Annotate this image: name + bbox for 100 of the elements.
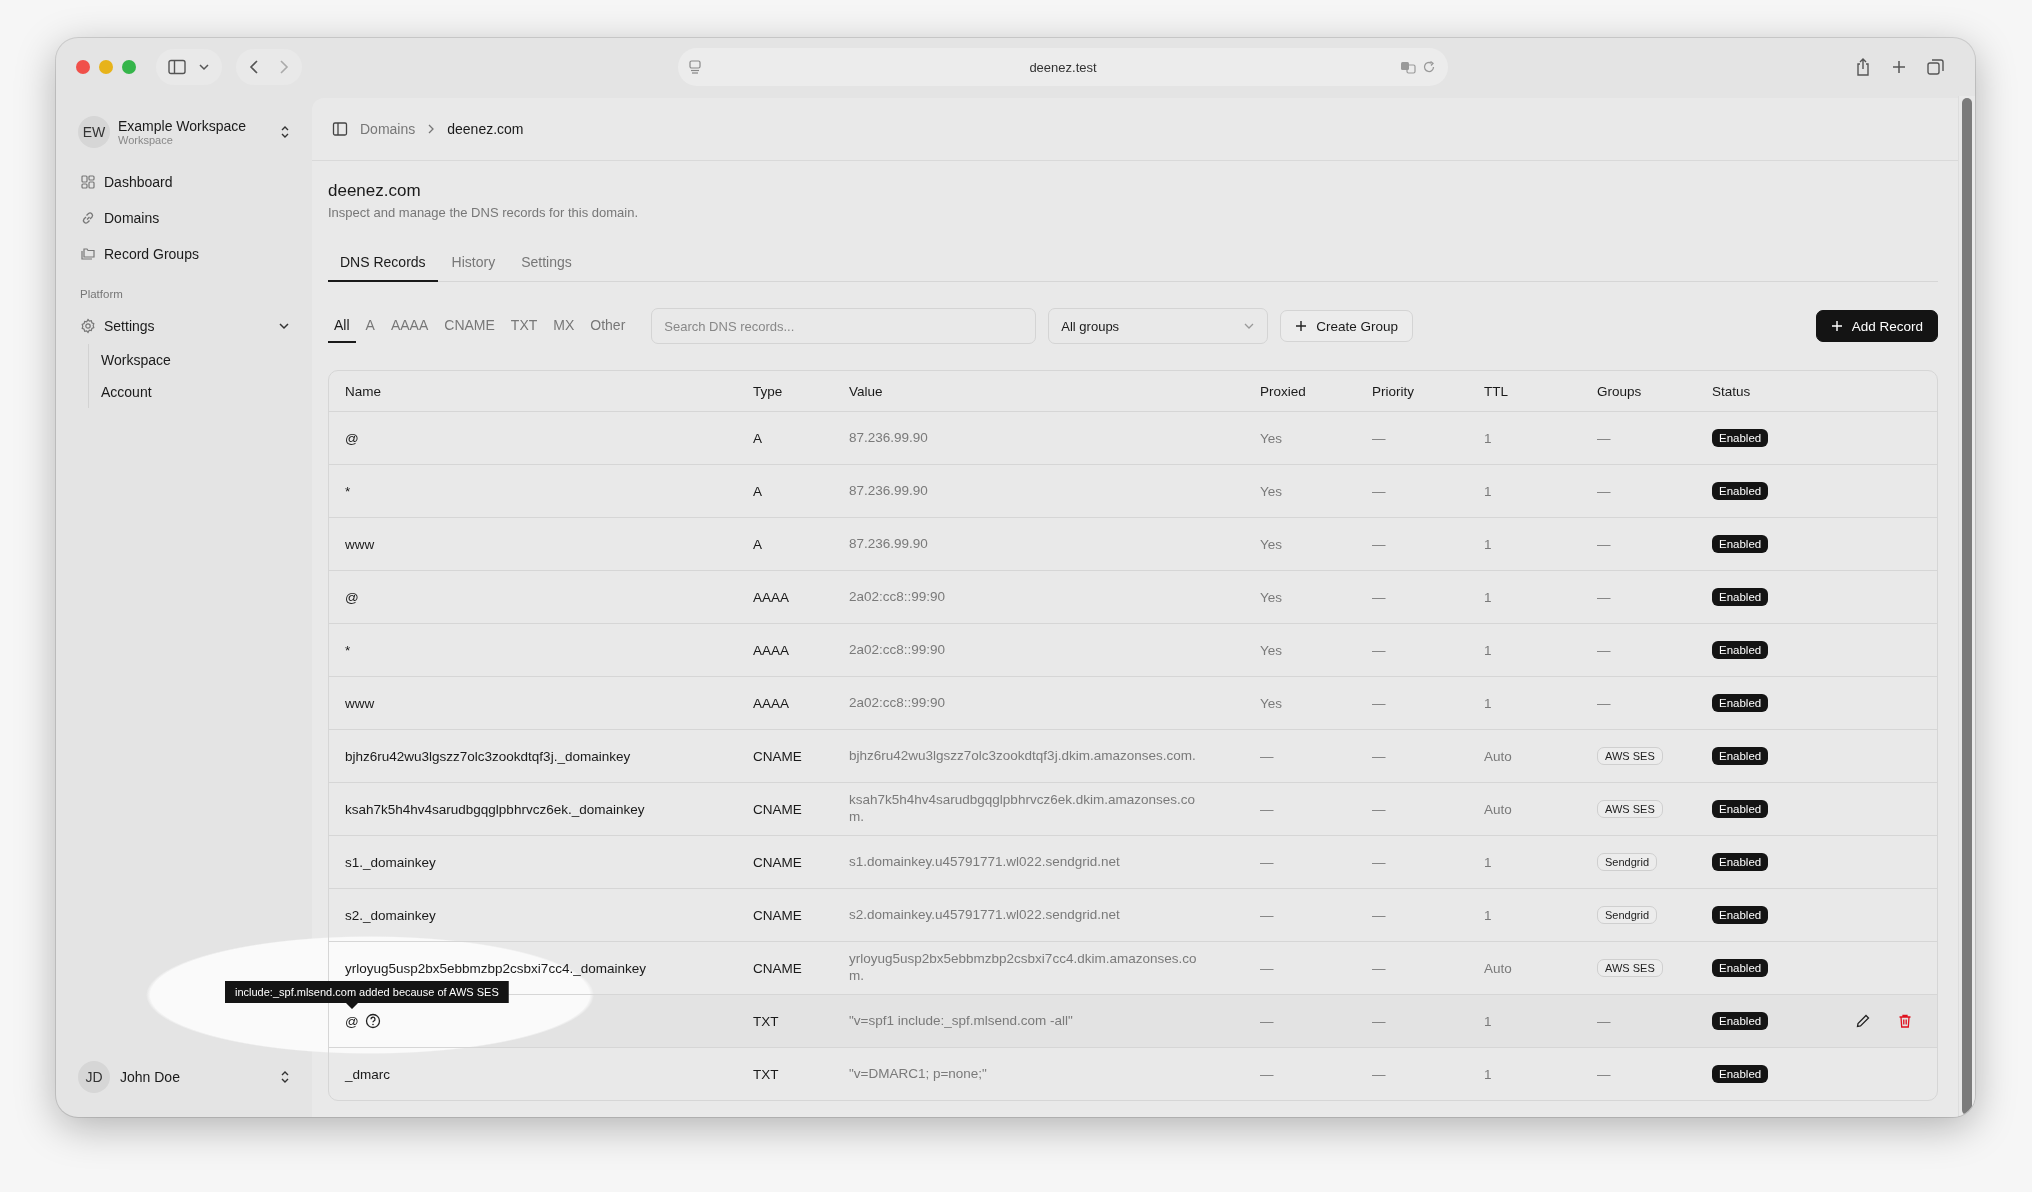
table-cell: — [1372, 430, 1386, 446]
updown-icon [280, 1069, 290, 1085]
table-cell: — [1372, 536, 1386, 552]
scrollbar-thumb[interactable] [1962, 98, 1972, 1115]
share-icon[interactable] [1855, 58, 1871, 76]
tab[interactable]: DNS Records [328, 246, 438, 282]
filter-tab[interactable]: A [359, 309, 381, 343]
sidebar-item[interactable]: Settings [78, 308, 290, 344]
sidebar-item[interactable]: Domains [78, 200, 290, 236]
table-cell: — [1597, 536, 1611, 552]
table-cell: TXT [753, 1066, 779, 1082]
new-tab-icon[interactable] [1891, 59, 1907, 75]
table-cell: — [1260, 960, 1274, 976]
link-icon [80, 210, 96, 226]
group-tag: AWS SES [1597, 800, 1663, 818]
sidebar-item[interactable]: Record Groups [78, 236, 290, 272]
group-dropdown[interactable]: All groups [1048, 308, 1269, 344]
table-cell: CNAME [753, 801, 802, 817]
table-cell: 1 [1484, 536, 1492, 552]
status-badge: Enabled [1712, 429, 1769, 447]
table-cell: www [345, 536, 375, 552]
table-cell: — [1372, 748, 1386, 764]
column-header: Name [345, 383, 382, 399]
chevron-down-icon [1243, 322, 1256, 330]
create-group-button[interactable]: Create Group [1280, 310, 1414, 342]
add-record-button[interactable]: Add Record [1815, 310, 1938, 342]
filter-tab[interactable]: MX [547, 309, 581, 343]
table-cell: — [1260, 1066, 1274, 1082]
table-cell: — [1597, 695, 1611, 711]
address-bar[interactable]: deenez.test [678, 48, 1448, 86]
table-cell: s2._domainkey [345, 907, 436, 923]
table-cell-text: 87.236.99.90 [849, 534, 929, 553]
chevron-down-icon [198, 63, 210, 71]
table-cell-text: 2a02:cc8::99:90 [849, 640, 947, 659]
table-cell: TXT [753, 1013, 779, 1029]
table-cell: — [1372, 1066, 1386, 1082]
table-cell: _dmarc [345, 1066, 390, 1082]
sidebar-toggle-button[interactable] [156, 49, 222, 85]
table-cell: Yes [1260, 483, 1283, 499]
back-icon[interactable] [248, 59, 260, 75]
folder-icon [80, 246, 96, 262]
table-cell: — [1372, 695, 1386, 711]
table-cell: 1 [1484, 695, 1492, 711]
table-cell-text: bjhz6ru42wu3lgszz7olc3zookdtqf3j.dkim.amazonses.com. [849, 746, 1197, 765]
table-cell: CNAME [753, 907, 802, 923]
reload-icon[interactable] [1422, 60, 1436, 74]
column-header: TTL [1484, 383, 1509, 399]
status-badge: Enabled [1712, 641, 1769, 659]
plus-icon [1830, 320, 1843, 332]
table-cell: Yes [1260, 589, 1283, 605]
tab[interactable]: History [439, 246, 508, 282]
chevron-icon[interactable] [278, 320, 290, 332]
table-cell: ksah7k5h4hv4sarudbgqglpbhrvcz6ek._domainkey [345, 801, 645, 817]
sidebar-subitem[interactable]: Account [101, 376, 290, 408]
filter-tab[interactable]: All [328, 309, 356, 343]
table-cell: Yes [1260, 642, 1283, 658]
table-cell: @ [345, 589, 359, 605]
table-cell: — [1260, 907, 1274, 923]
tabs-overview-icon[interactable] [1927, 58, 1945, 76]
table-cell: 1 [1484, 642, 1492, 658]
sidebar-item[interactable]: Dashboard [78, 164, 290, 200]
table-cell: CNAME [753, 960, 802, 976]
table-cell: 1 [1484, 854, 1492, 870]
plus-icon [1295, 320, 1308, 332]
filter-tab[interactable]: Other [584, 309, 632, 343]
breadcrumb-item[interactable]: Domains [360, 121, 416, 137]
filter-tab[interactable]: TXT [504, 309, 544, 343]
table-cell: CNAME [753, 854, 802, 870]
table-cell: Yes [1260, 536, 1283, 552]
status-badge: Enabled [1712, 588, 1769, 606]
settings-icon [80, 318, 96, 334]
table-cell-text: "v=DMARC1; p=none;" [849, 1064, 988, 1083]
filter-tab[interactable]: AAAA [384, 309, 435, 343]
table-cell: — [1597, 642, 1611, 658]
table-cell-text: s1.domainkey.u45791771.wl022.sendgrid.net [849, 852, 1121, 871]
column-header: Proxied [1260, 383, 1307, 399]
edit-icon[interactable] [1854, 1013, 1871, 1029]
section-label: Platform [80, 287, 124, 302]
updown-icon [280, 124, 290, 140]
sidebar-subitem[interactable]: Workspace [101, 344, 290, 376]
filter-tab[interactable]: CNAME [438, 309, 501, 343]
page-icon [688, 60, 702, 74]
table-cell: A [753, 430, 762, 446]
maximize-button[interactable] [122, 60, 136, 74]
tab[interactable]: Settings [509, 246, 584, 282]
translate-icon[interactable] [1400, 60, 1416, 74]
user-switcher[interactable]: JD John Doe [78, 1057, 290, 1097]
close-button[interactable] [76, 60, 90, 74]
group-tag: AWS SES [1597, 747, 1663, 765]
table-cell: bjhz6ru42wu3lgszz7olc3zookdtqf3j._domainkey [345, 748, 631, 764]
table-cell: — [1372, 801, 1386, 817]
table-cell: 1 [1484, 1013, 1492, 1029]
help-icon[interactable] [364, 1013, 381, 1029]
search-field[interactable]: Search DNS records... [651, 308, 1037, 344]
table-cell: 1 [1484, 907, 1492, 923]
table-cell: — [1372, 960, 1386, 976]
sidebar-toggle-icon[interactable] [332, 121, 348, 137]
status-badge: Enabled [1712, 694, 1769, 712]
breadcrumb-item: deenez.com [447, 121, 524, 137]
column-header: Value [849, 383, 884, 399]
